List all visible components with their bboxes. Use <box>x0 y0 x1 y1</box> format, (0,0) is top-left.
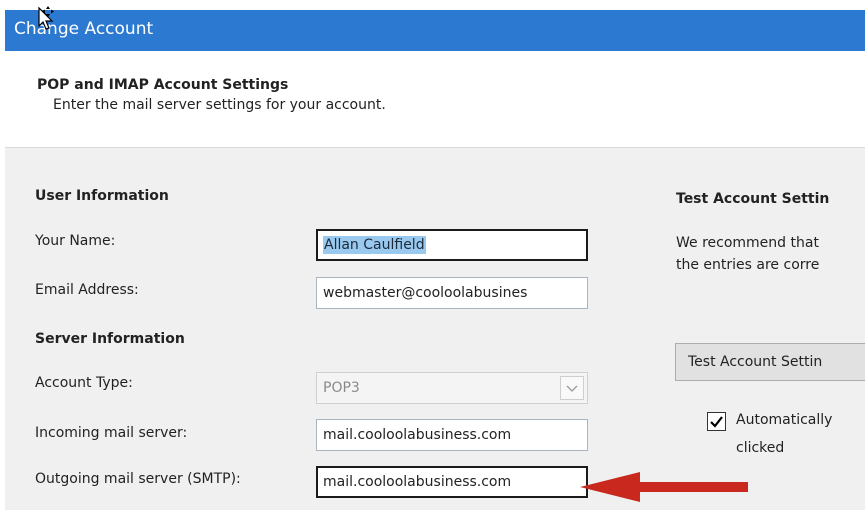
checkmark-icon <box>710 416 723 428</box>
email-address-label: Email Address: <box>35 282 139 298</box>
window-title: Change Account <box>14 19 154 39</box>
test-settings-heading: Test Account Settin <box>676 191 830 207</box>
test-description-line2: the entries are corre <box>676 257 820 273</box>
your-name-field[interactable]: Allan Caulfield <box>316 229 588 261</box>
account-type-label: Account Type: <box>35 375 133 391</box>
incoming-server-label: Incoming mail server: <box>35 425 188 441</box>
user-info-heading: User Information <box>35 188 169 204</box>
test-account-settings-button[interactable]: Test Account Settin <box>675 343 865 381</box>
outgoing-server-field[interactable]: mail.cooloolabusiness.com <box>316 466 588 498</box>
server-info-heading: Server Information <box>35 331 185 347</box>
your-name-label: Your Name: <box>35 233 116 249</box>
move-cursor-icon <box>38 6 54 30</box>
auto-test-label-line1: Automatically <box>736 412 833 428</box>
email-address-field[interactable]: webmaster@cooloolabusines <box>316 277 588 309</box>
outgoing-server-label: Outgoing mail server (SMTP): <box>35 471 241 487</box>
auto-test-label-line2: clicked <box>736 440 785 456</box>
dialog-header: POP and IMAP Account Settings Enter the … <box>5 51 865 147</box>
auto-test-checkbox[interactable] <box>707 412 726 431</box>
page-subtitle: Enter the mail server settings for your … <box>53 97 386 113</box>
title-bar: Change Account <box>5 10 865 51</box>
test-description-line1: We recommend that <box>676 235 819 251</box>
incoming-server-field[interactable]: mail.cooloolabusiness.com <box>316 419 588 451</box>
account-type-select: POP3 <box>316 372 588 404</box>
your-name-value: Allan Caulfield <box>323 236 426 254</box>
page-title: POP and IMAP Account Settings <box>37 77 289 93</box>
chevron-down-icon <box>560 376 584 400</box>
account-type-value: POP3 <box>323 380 360 396</box>
annotation-arrow-icon <box>580 472 748 502</box>
